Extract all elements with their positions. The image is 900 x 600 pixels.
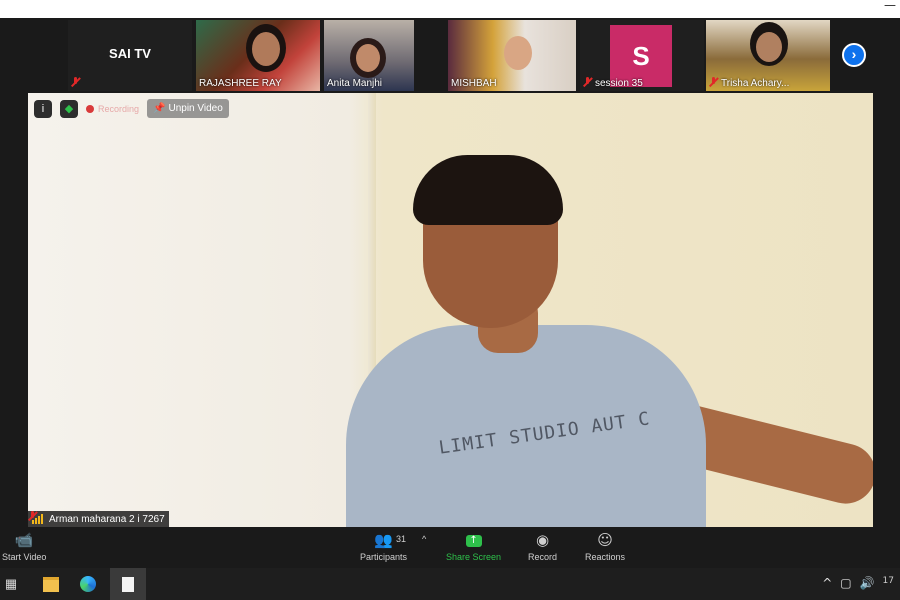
system-tray: ^ ▢ 🔊 17 [822,576,894,590]
participants-label: Participants [360,552,408,562]
edge-logo-shape [80,576,96,592]
minimize-icon[interactable]: — [884,0,896,12]
windows-taskbar: ▦ ^ ▢ 🔊 17 [0,568,900,600]
record-label: Record [528,552,558,562]
participant-tile-sai-tv[interactable]: SAI TV [68,20,192,91]
speaker-name: Arman maharana 2 i 7267 [49,513,165,525]
participant-name: Anita Manjhi [327,78,383,89]
participant-tile-trisha[interactable]: Trisha Achary... [706,20,830,91]
meeting-toolbar: 📹 Start Video 👥 Participants 31 ^ ↑ Shar… [0,528,900,568]
participant-face-skin [252,32,280,66]
participant-face-skin [356,44,380,72]
info-icon[interactable]: i [34,99,52,118]
participant-strip: SAI TV RAJASHREE RAY Anita Manjhi MISHBA… [68,20,838,91]
recording-label: Recording [98,103,140,114]
participant-name-large: SAI TV [109,46,151,61]
edge-browser-icon[interactable] [75,568,101,600]
participant-tile-anita[interactable]: Anita Manjhi [324,20,414,91]
speaker-namebar: Arman maharana 2 i 7267 [28,511,169,527]
video-top-controls: i ◆ Recording 📌 Unpin Video [34,99,229,118]
share-screen-icon: ↑ [446,530,501,550]
clock-text[interactable]: 17 [883,576,894,590]
meeting-stage: SAI TV RAJASHREE RAY Anita Manjhi MISHBA… [0,18,900,528]
page-shape [122,576,134,592]
pin-icon: 📌 [153,103,166,114]
start-video-label: Start Video [2,552,47,562]
reactions-label: Reactions [585,552,626,562]
network-icon[interactable]: ▢ [840,576,851,590]
participant-name: Trisha Achary... [721,78,790,89]
chevron-up-icon[interactable]: ^ [822,576,832,590]
recording-dot-icon [86,104,94,113]
participants-count: 31 [396,534,407,544]
participant-face-skin [504,36,532,70]
shield-icon[interactable]: ◆ [60,99,78,118]
participant-face-skin [756,32,782,62]
task-view-icon[interactable]: ▦ [0,568,22,600]
participant-name: session 35 [595,78,643,89]
video-off-icon: 📹 [14,531,34,549]
share-screen-label: Share Screen [446,552,502,562]
record-button[interactable]: ◉ Record [528,530,557,562]
speaker-hair [413,155,563,225]
participant-name: MISHBAH [451,78,497,89]
share-screen-button[interactable]: ↑ Share Screen [446,530,501,562]
participant-tile-session-35[interactable]: S session 35 [580,20,704,91]
reactions-icon: ☺ [597,531,613,549]
reactions-button[interactable]: ☺ Reactions [585,530,625,562]
folder-shape [43,576,59,592]
window-titlebar: — [0,0,900,18]
unpin-video-label: Unpin Video [168,103,223,114]
file-explorer-icon[interactable] [38,568,64,600]
unpin-video-button[interactable]: 📌 Unpin Video [147,99,229,118]
participant-name: RAJASHREE RAY [199,78,282,89]
recording-indicator: Recording [86,104,139,114]
participant-tile-rajashree[interactable]: RAJASHREE RAY [196,20,320,91]
mic-muted-icon [709,77,718,87]
document-app-icon[interactable] [110,568,146,600]
start-video-button[interactable]: 📹 Start Video [2,530,46,562]
participant-tile-mishbah[interactable]: MISHBAH [448,20,576,91]
mic-muted-icon [583,77,592,87]
record-icon: ◉ [535,531,550,549]
mic-muted-icon [71,77,80,87]
next-page-chevron-icon[interactable]: › [842,43,866,67]
main-video: LIMIT STUDIO AUT C i ◆ Recording 📌 Unpin… [28,93,873,527]
volume-icon[interactable]: 🔊 [860,576,875,590]
chevron-up-icon[interactable]: ^ [422,534,426,544]
